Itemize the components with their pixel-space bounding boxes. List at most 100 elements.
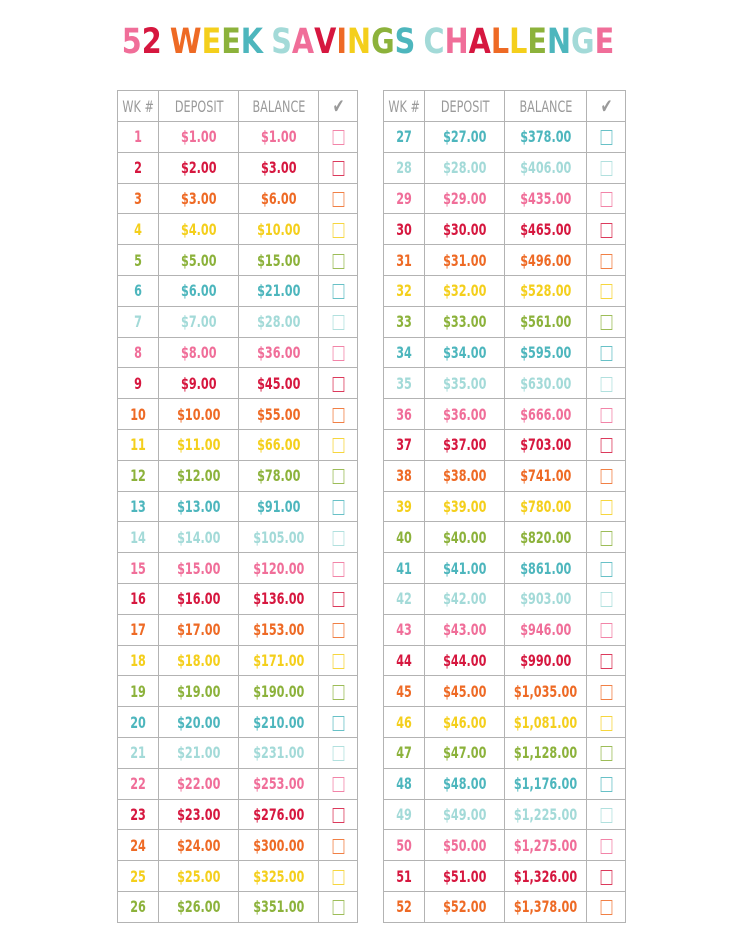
checkbox[interactable] xyxy=(600,807,613,823)
completed-checkbox-cell[interactable] xyxy=(318,151,359,184)
checkbox[interactable] xyxy=(332,345,345,361)
completed-checkbox-cell[interactable] xyxy=(318,890,359,923)
completed-checkbox-cell[interactable] xyxy=(318,428,359,461)
checkbox[interactable] xyxy=(600,561,613,577)
completed-checkbox-cell[interactable] xyxy=(318,274,359,307)
completed-checkbox-cell[interactable] xyxy=(318,613,359,646)
completed-checkbox-cell[interactable] xyxy=(318,121,359,153)
checkbox[interactable] xyxy=(600,530,613,546)
completed-checkbox-cell[interactable] xyxy=(586,890,627,923)
checkbox[interactable] xyxy=(332,253,345,269)
completed-checkbox-cell[interactable] xyxy=(586,521,627,554)
checkbox[interactable] xyxy=(332,900,345,916)
checkbox[interactable] xyxy=(600,130,613,146)
completed-checkbox-cell[interactable] xyxy=(586,398,627,430)
completed-checkbox-cell[interactable] xyxy=(586,644,627,677)
checkbox[interactable] xyxy=(332,222,345,238)
checkbox[interactable] xyxy=(600,284,613,300)
checkbox[interactable] xyxy=(332,561,345,577)
checkbox[interactable] xyxy=(332,284,345,300)
checkbox[interactable] xyxy=(600,777,613,793)
completed-checkbox-cell[interactable] xyxy=(318,829,359,862)
checkbox[interactable] xyxy=(600,684,613,700)
completed-checkbox-cell[interactable] xyxy=(586,613,627,646)
completed-checkbox-cell[interactable] xyxy=(318,706,359,738)
completed-checkbox-cell[interactable] xyxy=(586,582,627,615)
checkbox[interactable] xyxy=(332,715,345,731)
completed-checkbox-cell[interactable] xyxy=(318,644,359,677)
checkbox[interactable] xyxy=(332,376,345,392)
checkbox[interactable] xyxy=(332,438,345,454)
completed-checkbox-cell[interactable] xyxy=(318,182,359,215)
completed-checkbox-cell[interactable] xyxy=(586,182,627,215)
completed-checkbox-cell[interactable] xyxy=(318,521,359,554)
checkbox[interactable] xyxy=(332,777,345,793)
checkbox[interactable] xyxy=(600,499,613,515)
checkbox[interactable] xyxy=(332,469,345,485)
completed-checkbox-cell[interactable] xyxy=(586,736,627,769)
checkbox[interactable] xyxy=(600,376,613,392)
checkbox[interactable] xyxy=(332,161,345,177)
checkbox[interactable] xyxy=(600,438,613,454)
checkbox[interactable] xyxy=(332,838,345,854)
completed-checkbox-cell[interactable] xyxy=(318,552,359,584)
checkbox[interactable] xyxy=(600,838,613,854)
checkbox[interactable] xyxy=(600,191,613,207)
checkbox[interactable] xyxy=(332,130,345,146)
checkbox[interactable] xyxy=(332,191,345,207)
checkbox[interactable] xyxy=(600,315,613,331)
completed-checkbox-cell[interactable] xyxy=(586,121,627,153)
checkbox[interactable] xyxy=(600,715,613,731)
checkbox[interactable] xyxy=(600,222,613,238)
checkbox[interactable] xyxy=(332,623,345,639)
checkbox[interactable] xyxy=(600,592,613,608)
completed-checkbox-cell[interactable] xyxy=(318,582,359,615)
completed-checkbox-cell[interactable] xyxy=(318,398,359,430)
checkbox[interactable] xyxy=(332,746,345,762)
checkbox[interactable] xyxy=(600,900,613,916)
completed-checkbox-cell[interactable] xyxy=(586,336,627,369)
completed-checkbox-cell[interactable] xyxy=(586,552,627,584)
completed-checkbox-cell[interactable] xyxy=(318,213,359,246)
checkbox[interactable] xyxy=(600,746,613,762)
checkbox[interactable] xyxy=(600,253,613,269)
completed-checkbox-cell[interactable] xyxy=(318,860,359,892)
completed-checkbox-cell[interactable] xyxy=(586,675,627,708)
completed-checkbox-cell[interactable] xyxy=(586,860,627,892)
completed-checkbox-cell[interactable] xyxy=(586,367,627,400)
completed-checkbox-cell[interactable] xyxy=(586,305,627,338)
completed-checkbox-cell[interactable] xyxy=(318,459,359,492)
completed-checkbox-cell[interactable] xyxy=(586,798,627,831)
checkbox[interactable] xyxy=(332,684,345,700)
completed-checkbox-cell[interactable] xyxy=(586,767,627,800)
checkbox[interactable] xyxy=(332,315,345,331)
completed-checkbox-cell[interactable] xyxy=(318,305,359,338)
checkbox[interactable] xyxy=(600,469,613,485)
completed-checkbox-cell[interactable] xyxy=(318,675,359,708)
completed-checkbox-cell[interactable] xyxy=(318,244,359,276)
completed-checkbox-cell[interactable] xyxy=(586,213,627,246)
completed-checkbox-cell[interactable] xyxy=(586,459,627,492)
completed-checkbox-cell[interactable] xyxy=(586,829,627,862)
completed-checkbox-cell[interactable] xyxy=(586,244,627,276)
completed-checkbox-cell[interactable] xyxy=(586,490,627,523)
checkbox[interactable] xyxy=(600,623,613,639)
checkbox[interactable] xyxy=(332,592,345,608)
completed-checkbox-cell[interactable] xyxy=(586,151,627,184)
completed-checkbox-cell[interactable] xyxy=(318,367,359,400)
checkbox[interactable] xyxy=(332,407,345,423)
checkbox[interactable] xyxy=(600,345,613,361)
completed-checkbox-cell[interactable] xyxy=(318,736,359,769)
checkbox[interactable] xyxy=(332,653,345,669)
checkbox[interactable] xyxy=(600,407,613,423)
completed-checkbox-cell[interactable] xyxy=(586,428,627,461)
checkbox[interactable] xyxy=(332,499,345,515)
completed-checkbox-cell[interactable] xyxy=(318,336,359,369)
checkbox[interactable] xyxy=(332,869,345,885)
completed-checkbox-cell[interactable] xyxy=(318,767,359,800)
completed-checkbox-cell[interactable] xyxy=(586,274,627,307)
completed-checkbox-cell[interactable] xyxy=(586,706,627,738)
checkbox[interactable] xyxy=(600,653,613,669)
checkbox[interactable] xyxy=(332,530,345,546)
completed-checkbox-cell[interactable] xyxy=(318,490,359,523)
